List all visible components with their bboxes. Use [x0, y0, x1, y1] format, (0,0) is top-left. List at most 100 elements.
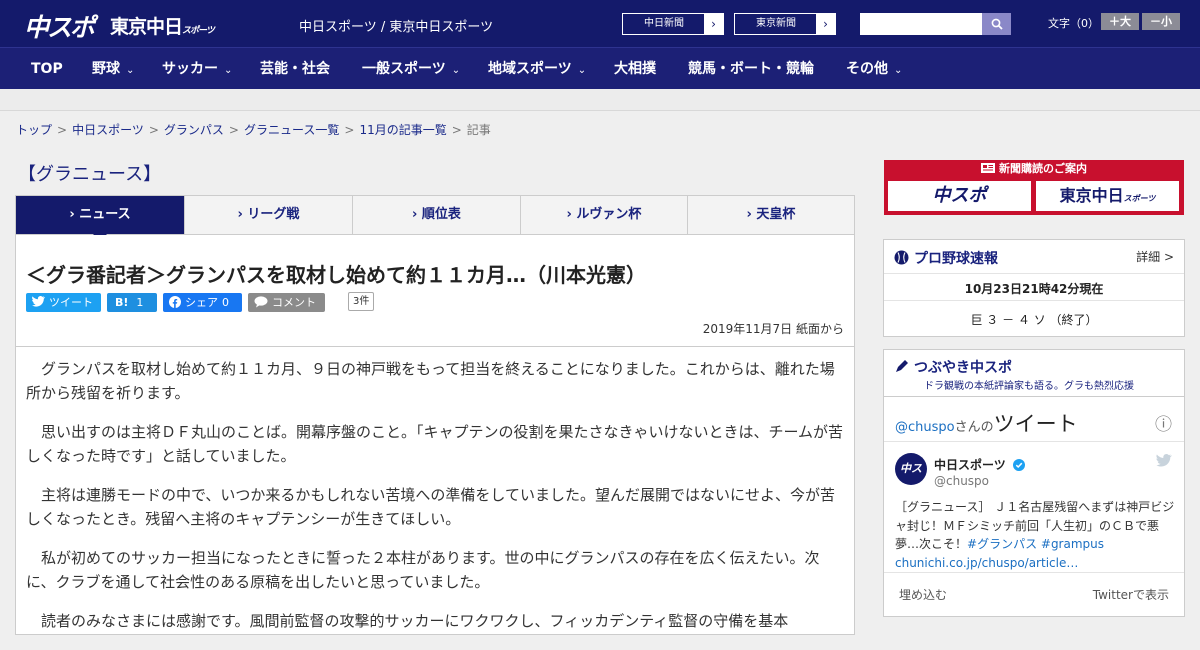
tokyo-chunichi-logo[interactable]: 東京中日スポーツ [110, 12, 215, 39]
font-smaller-button[interactable]: －小 [1142, 13, 1180, 30]
baseball-detail-link[interactable]: 詳細 > [1136, 248, 1174, 265]
font-size-label: 文字（0） [1048, 17, 1099, 30]
speech-bubble-icon [254, 296, 268, 308]
facebook-label: シェア [185, 296, 218, 309]
chevron-down-icon: ⌄ [577, 65, 587, 76]
tab-league[interactable]: › リーグ戦 [184, 196, 352, 234]
category-title: 【グラニュース】 [18, 164, 162, 185]
nav-item-soccer[interactable]: サッカー ⌄ [162, 48, 232, 90]
info-icon[interactable]: ⓘ [1155, 410, 1172, 435]
nav-item-other[interactable]: その他 ⌄ [846, 48, 902, 90]
tweet-button[interactable]: ツイート [26, 293, 101, 312]
nav-label: その他 [846, 61, 888, 77]
chevron-down-icon: ⌄ [126, 65, 135, 76]
newspaper-icon [981, 163, 995, 173]
tab-levain-cup[interactable]: › ルヴァン杯 [520, 196, 687, 234]
nav-label: 地域スポーツ [488, 61, 572, 77]
tweet-hashtags[interactable]: #グランパス #grampus [967, 537, 1104, 551]
twitter-title-text: つぶやき中スポ [914, 360, 1012, 376]
verified-icon [1012, 459, 1025, 471]
baseball-title-text: プロ野球速報 [914, 251, 998, 267]
breadcrumb-separator: > [228, 123, 239, 137]
search-icon [991, 18, 1003, 30]
breadcrumb-link-grampus[interactable]: グランパス [164, 123, 224, 137]
comment-button[interactable]: コメント [248, 293, 325, 312]
twitter-bird-icon[interactable] [1156, 454, 1172, 467]
font-larger-button[interactable]: ＋大 [1101, 13, 1139, 30]
breadcrumb-link-november[interactable]: 11月の記事一覧 [359, 123, 446, 137]
article-paragraph: 主将は連勝モードの中で、いつか来るかもしれない苦境への準備をしていました。望んだ… [26, 486, 835, 528]
chevron-down-icon: ⌄ [224, 65, 233, 76]
hatena-count: 1 [136, 296, 144, 309]
divider [884, 396, 1184, 397]
facebook-icon [169, 296, 181, 308]
chevron-down-icon: ⌄ [894, 65, 903, 76]
top-header: 中スポ 東京中日スポーツ 中日スポーツ / 東京中日スポーツ 中日新聞 › 東京新… [0, 0, 1200, 47]
breadcrumb-separator: > [344, 123, 355, 137]
comment-label: コメント [272, 296, 316, 309]
twitter-widget-subtitle: ドラ観戦の本紙評論家も語る。グラも熱烈応援 [924, 381, 1134, 392]
twitter-timeline-header: @chuspoさんのツイート [895, 408, 1078, 438]
timeline-title: ツイート [993, 412, 1078, 436]
subscription-title-text: 新聞購読のご案内 [999, 162, 1087, 175]
nav-label: 競馬・ボート・競輪 [688, 61, 814, 77]
nav-item-racing[interactable]: 競馬・ボート・競輪 [688, 48, 814, 90]
breadcrumb-separator: > [57, 123, 68, 137]
breadcrumb-link-chunichi-sports[interactable]: 中日スポーツ [72, 123, 144, 137]
subscribe-tokyo-sub: スポーツ [1123, 194, 1156, 203]
timeline-handle-link[interactable]: @chuspo [895, 420, 955, 435]
tweet-link[interactable]: chunichi.co.jp/chuspo/article… [895, 556, 1078, 570]
facebook-count: 0 [222, 296, 229, 309]
comment-count-badge[interactable]: 3件 [348, 292, 375, 311]
embed-link[interactable]: 埋め込む [899, 586, 947, 603]
chevron-right-icon: › [704, 14, 723, 34]
tweet-author-name[interactable]: 中日スポーツ [934, 456, 1025, 473]
nav-item-baseball[interactable]: 野球 ⌄ [92, 48, 134, 90]
breadcrumb-separator: > [148, 123, 159, 137]
subscribe-chuspo[interactable]: 中スポ [888, 181, 1031, 211]
chunichi-shimbun-link[interactable]: 中日新聞 › [622, 13, 724, 35]
section-tabs: › ニュース › リーグ戦 › 順位表 › ルヴァン杯 › 天皇杯 [15, 195, 855, 241]
tab-emperors-cup[interactable]: › 天皇杯 [687, 196, 854, 234]
nav-item-top[interactable]: TOP [31, 48, 63, 90]
subscribe-tokyo-text: 東京中日 [1059, 186, 1124, 205]
timeline-suffix: さんの [954, 420, 994, 435]
search-input[interactable] [860, 13, 982, 35]
article-date: 2019年11月7日 紙面から [702, 322, 844, 336]
divider [884, 572, 1184, 573]
article-body: グランパスを取材し始めて約１１カ月、９日の神戸戦をもって担当を終えることになりま… [26, 358, 846, 650]
twitter-widget-title: つぶやき中スポ [894, 357, 1012, 377]
avatar[interactable]: 中スポ [895, 453, 927, 507]
article-paragraph: 私が初めてのサッカー担当になったときに誓った２本柱があります。世の中にグランパス… [26, 549, 820, 591]
subscription-banner[interactable]: 新聞購読のご案内 中スポ 東京中日スポーツ [884, 160, 1184, 215]
chuspo-logo[interactable]: 中スポ [24, 8, 95, 44]
facebook-share-button[interactable]: シェア 0 [163, 293, 242, 312]
nav-item-regional-sports[interactable]: 地域スポーツ ⌄ [488, 48, 586, 90]
view-on-twitter-link[interactable]: Twitterで表示 [1093, 586, 1169, 603]
tokyo-logo-sub: スポーツ [182, 26, 215, 36]
tokyo-shimbun-link[interactable]: 東京新聞 › [734, 13, 836, 35]
hatena-button[interactable]: B! 1 [107, 293, 157, 312]
nav-item-entertainment[interactable]: 芸能・社会 [260, 48, 330, 90]
sub-bar [0, 89, 1200, 111]
search-button[interactable] [982, 13, 1011, 35]
twitter-widget: つぶやき中スポ ドラ観戦の本紙評論家も語る。グラも熱烈応援 @chuspoさんの… [883, 349, 1185, 617]
tweet-author-handle[interactable]: @chuspo [934, 474, 989, 488]
chunichi-shimbun-label: 中日新聞 [644, 18, 684, 29]
tab-standings[interactable]: › 順位表 [352, 196, 520, 234]
baseball-icon [894, 250, 909, 265]
site-title: 中日スポーツ / 東京中日スポーツ [299, 20, 494, 35]
tab-news[interactable]: › ニュース [16, 196, 184, 241]
main-nav: TOP 野球 ⌄ サッカー ⌄ 芸能・社会 一般スポーツ ⌄ 地域スポーツ ⌄ 大相撲 … [0, 47, 1200, 89]
breadcrumb-link-top[interactable]: トップ [16, 123, 52, 137]
twitter-bird-icon [32, 296, 46, 307]
nav-label: TOP [31, 61, 63, 77]
baseball-score[interactable]: 巨 ３ － ４ ソ （終了） [884, 311, 1184, 328]
breadcrumb-separator: > [451, 123, 462, 137]
nav-label: 野球 [92, 61, 120, 77]
tweet-text: ［グラニュース］ Ｊ１名古屋残留へまずは神戸ビジャ封じ！ＭＦシミッチ前回「人生初… [895, 498, 1177, 572]
nav-item-general-sports[interactable]: 一般スポーツ ⌄ [362, 48, 460, 90]
breadcrumb-link-news-list[interactable]: グラニュース一覧 [244, 123, 339, 137]
subscribe-tokyo-chunichi[interactable]: 東京中日スポーツ [1036, 181, 1179, 211]
nav-item-sumo[interactable]: 大相撲 [614, 48, 656, 90]
